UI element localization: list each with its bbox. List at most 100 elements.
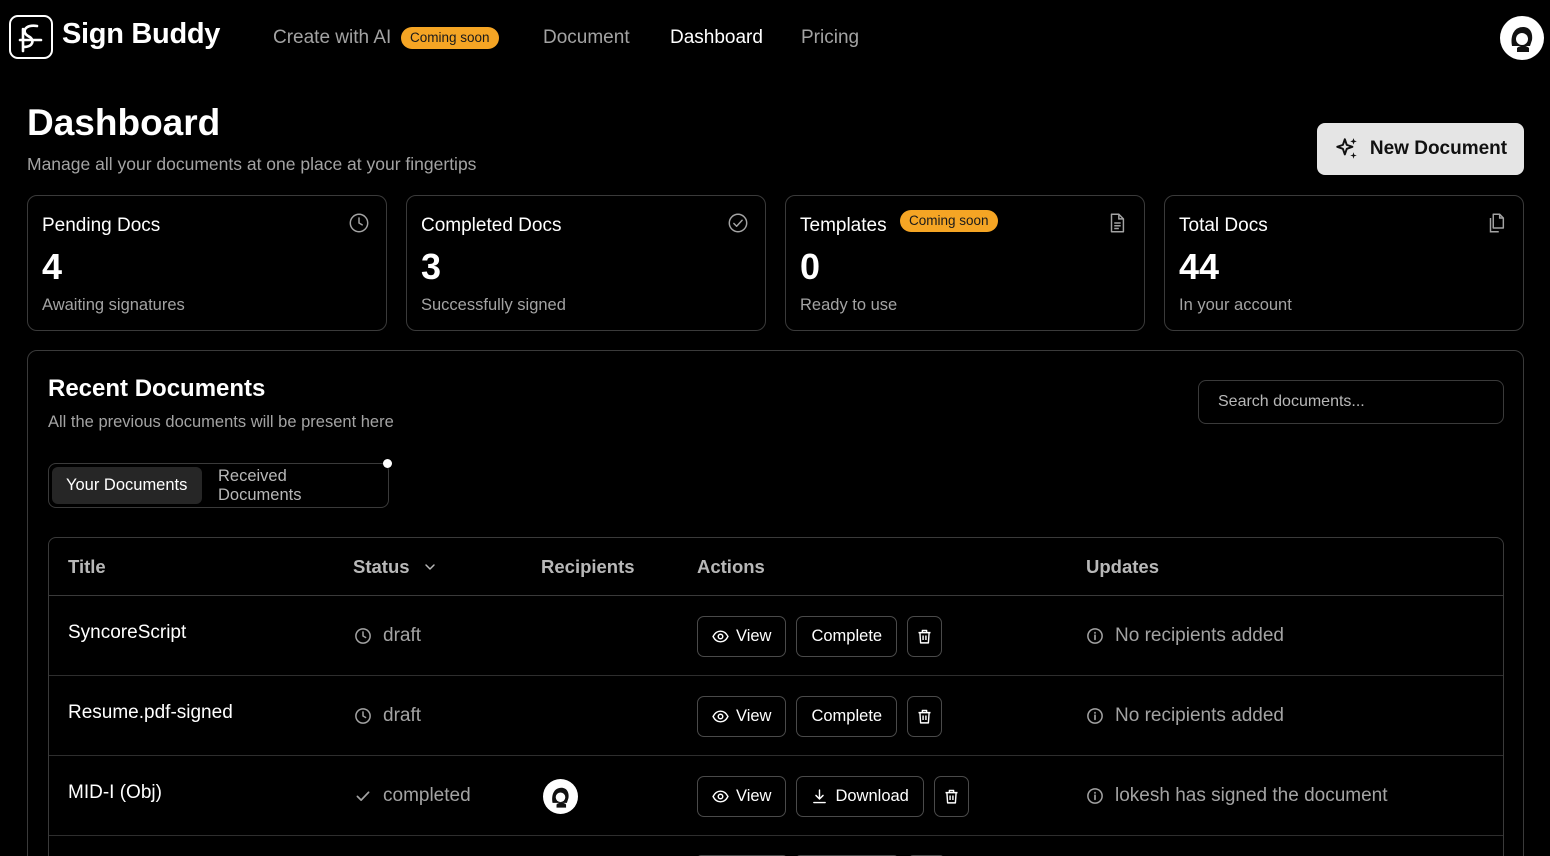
- file-text-icon: [1106, 212, 1128, 234]
- complete-button[interactable]: Complete: [796, 695, 898, 737]
- clock-icon: [348, 212, 370, 234]
- eye-icon: [712, 709, 729, 723]
- column-status[interactable]: Status: [353, 538, 438, 596]
- eye-icon: [712, 629, 729, 643]
- nav-dashboard[interactable]: Dashboard: [670, 27, 763, 49]
- info-icon: [1087, 628, 1103, 644]
- page-subtitle: Manage all your documents at one place a…: [27, 154, 477, 174]
- column-updates: Updates: [1086, 556, 1159, 577]
- doc-title[interactable]: SyncoreScript: [68, 593, 186, 673]
- view-label: View: [736, 626, 772, 645]
- notification-dot: [383, 459, 392, 468]
- info-icon: [1087, 788, 1103, 804]
- doc-update: lokesh has signed the document: [1086, 756, 1388, 836]
- stat-subtitle: In your account: [1179, 296, 1292, 314]
- stat-value: 3: [421, 246, 442, 287]
- stat-card-total: Total Docs 44 In your account: [1164, 195, 1524, 331]
- stat-value: 44: [1179, 246, 1220, 287]
- chevron-down-icon: [424, 564, 435, 570]
- stat-title: Completed Docs: [421, 215, 562, 236]
- recent-title: Recent Documents: [48, 375, 266, 402]
- search-input[interactable]: [1198, 380, 1504, 424]
- tab-your-documents[interactable]: Your Documents: [52, 467, 202, 504]
- doc-status: draft: [354, 596, 421, 676]
- nav-document[interactable]: Document: [543, 27, 630, 49]
- nav-pricing[interactable]: Pricing: [801, 27, 859, 49]
- table-row: MID-I (Obj) completed View Download loke…: [49, 756, 1503, 836]
- complete-button[interactable]: Complete: [796, 615, 898, 657]
- coming-soon-badge: Coming soon: [900, 210, 998, 232]
- page-title: Dashboard: [27, 102, 221, 143]
- coming-soon-badge: Coming soon: [401, 27, 499, 49]
- nav-create-with-ai[interactable]: Create with AI: [273, 27, 391, 49]
- logo-icon[interactable]: [9, 15, 53, 59]
- update-text: No recipients added: [1115, 705, 1284, 726]
- stat-subtitle: Awaiting signatures: [42, 296, 185, 314]
- doc-title[interactable]: Resume.pdf-signed: [68, 673, 233, 753]
- stat-value: 0: [800, 246, 821, 287]
- check-icon: [356, 791, 370, 801]
- stat-card-templates: Templates Coming soon 0 Ready to use: [785, 195, 1145, 331]
- doc-update: No recipients added: [1086, 676, 1284, 756]
- user-avatar[interactable]: [1500, 16, 1544, 60]
- stat-title: Pending Docs: [42, 215, 161, 236]
- sparkles-icon: [1336, 138, 1357, 159]
- download-button[interactable]: Download: [796, 775, 924, 817]
- delete-button[interactable]: [907, 695, 943, 737]
- stat-card-completed: Completed Docs 3 Successfully signed: [406, 195, 766, 331]
- doc-title[interactable]: MID-I (Obj): [68, 753, 162, 833]
- trash-icon: [918, 629, 931, 644]
- clock-icon: [355, 628, 371, 644]
- view-button[interactable]: View: [697, 695, 787, 737]
- update-text: lokesh has signed the document: [1115, 785, 1388, 806]
- view-button[interactable]: View: [697, 775, 787, 817]
- download-icon: [813, 788, 827, 803]
- recent-documents-panel: Recent Documents All the previous docume…: [27, 350, 1524, 856]
- view-button[interactable]: View: [697, 615, 787, 657]
- view-label: View: [736, 786, 772, 805]
- column-status-label: Status: [353, 556, 410, 577]
- clock-icon: [355, 708, 371, 724]
- new-document-button[interactable]: New Document: [1317, 123, 1524, 175]
- eye-icon: [712, 789, 729, 803]
- stat-value: 4: [42, 246, 63, 287]
- status-label: draft: [383, 625, 422, 646]
- info-icon: [1087, 708, 1103, 724]
- check-circle-icon: [727, 212, 749, 234]
- complete-label: Complete: [811, 626, 883, 645]
- doc-update: No recipients added: [1086, 596, 1284, 676]
- recipients-cell: [543, 756, 578, 836]
- update-text: No recipients added: [1115, 625, 1284, 646]
- doc-status: draft: [354, 676, 421, 756]
- top-nav: Sign Buddy Create with AI Coming soon Do…: [0, 0, 1550, 76]
- trash-icon: [918, 709, 931, 724]
- table-header: Title Status Recipients Actions Updates: [49, 538, 1503, 596]
- new-document-label: New Document: [1369, 138, 1508, 159]
- status-label: draft: [383, 705, 422, 726]
- stat-subtitle: Successfully signed: [421, 296, 566, 314]
- delete-button[interactable]: [933, 775, 969, 817]
- trash-icon: [945, 789, 958, 804]
- row-actions: View Download: [697, 756, 969, 836]
- delete-button[interactable]: [907, 615, 943, 657]
- stat-card-pending: Pending Docs 4 Awaiting signatures: [27, 195, 387, 331]
- download-label: Download: [835, 786, 909, 805]
- column-title: Title: [68, 556, 106, 577]
- recipient-avatar[interactable]: [543, 778, 578, 814]
- column-recipients: Recipients: [541, 556, 635, 577]
- table-row: SyncoreScript draft View Complete No rec…: [49, 596, 1503, 676]
- view-label: View: [736, 706, 772, 725]
- stat-title: Total Docs: [1179, 215, 1268, 236]
- column-actions: Actions: [697, 556, 765, 577]
- status-label: completed: [383, 785, 471, 806]
- table-row: Resume.pdf-signed draft View Complete No…: [49, 676, 1503, 756]
- tab-received-documents[interactable]: Received Documents: [204, 467, 388, 504]
- row-actions: View Complete: [697, 596, 943, 676]
- recent-subtitle: All the previous documents will be prese…: [48, 413, 394, 431]
- stat-subtitle: Ready to use: [800, 296, 898, 314]
- doc-status: completed: [354, 756, 471, 836]
- stat-title: Templates: [800, 215, 887, 236]
- complete-label: Complete: [811, 706, 883, 725]
- brand-name[interactable]: Sign Buddy: [62, 18, 220, 51]
- documents-table: Title Status Recipients Actions Updates …: [48, 537, 1504, 856]
